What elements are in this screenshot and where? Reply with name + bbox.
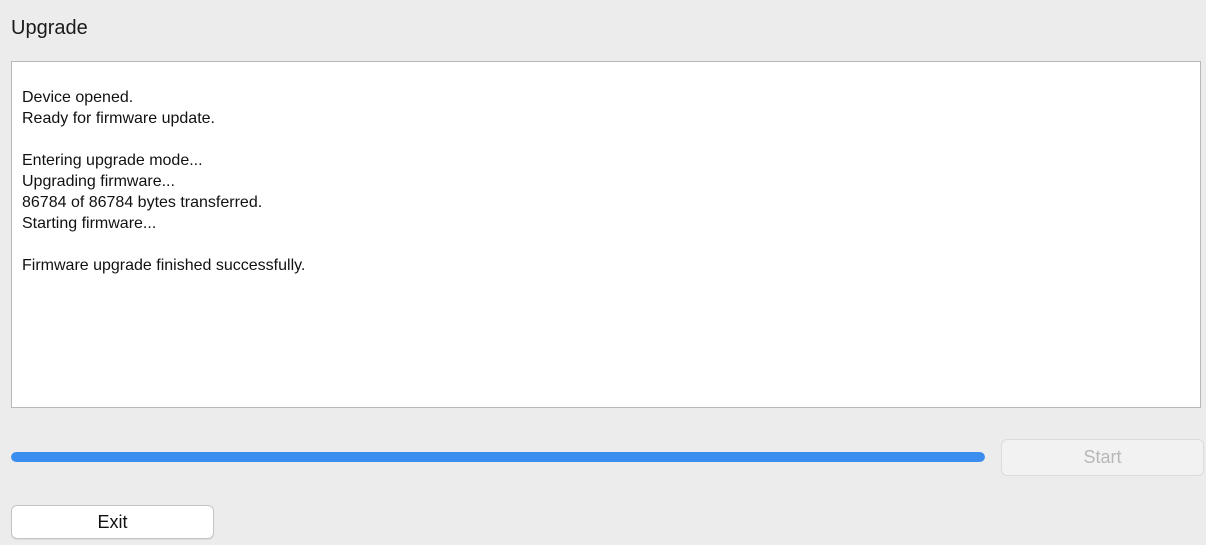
log-line: Starting firmware... <box>22 215 157 232</box>
log-line: Upgrading firmware... <box>22 173 175 190</box>
log-line: 86784 of 86784 bytes transferred. <box>22 194 263 211</box>
log-output-area[interactable]: Device opened. Ready for firmware update… <box>11 61 1201 408</box>
progress-bar <box>11 452 985 462</box>
start-button[interactable]: Start <box>1001 439 1204 476</box>
log-line: Ready for firmware update. <box>22 110 215 127</box>
window-title: Upgrade <box>11 17 88 39</box>
log-line: Device opened. <box>22 89 134 106</box>
upgrade-window: Upgrade Device opened. Ready for firmwar… <box>0 0 1206 545</box>
log-line: Firmware upgrade finished successfully. <box>22 257 306 274</box>
log-line: Entering upgrade mode... <box>22 152 203 169</box>
exit-button[interactable]: Exit <box>11 505 214 539</box>
progress-bar-fill <box>11 452 985 462</box>
